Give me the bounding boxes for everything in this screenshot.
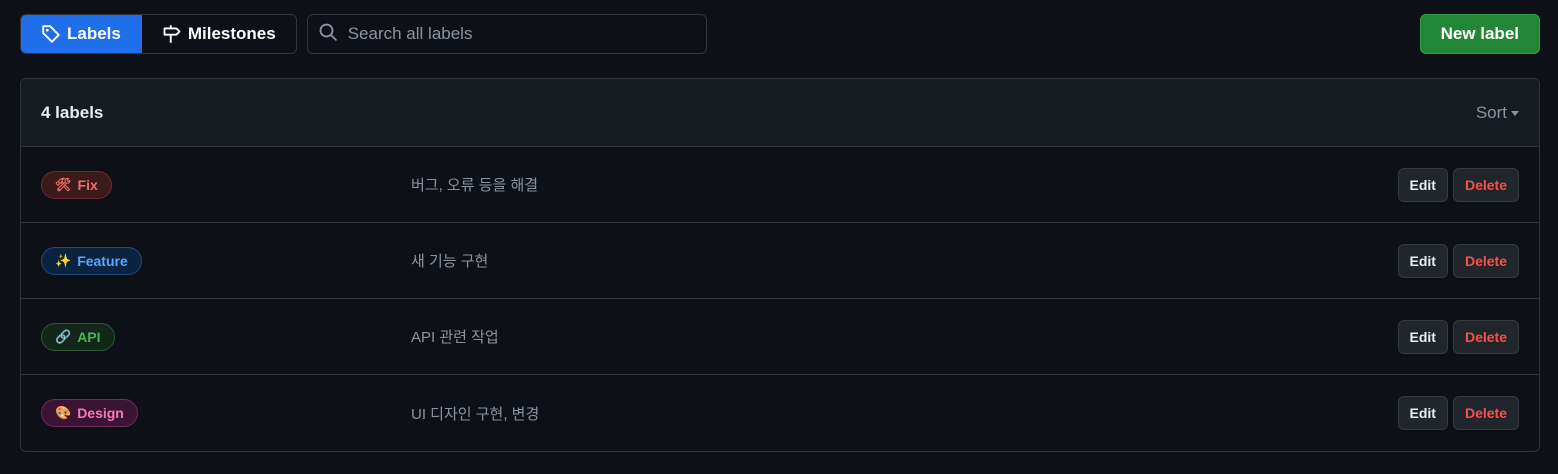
sort-label: Sort — [1475, 102, 1507, 122]
edit-button[interactable]: Edit — [1397, 167, 1448, 202]
search-box — [306, 14, 707, 54]
palette-emoji-icon: 🎨 — [55, 405, 72, 420]
labels-milestones-toggle: Labels Milestones — [20, 14, 297, 54]
delete-button[interactable]: Delete — [1452, 396, 1519, 430]
search-input[interactable] — [347, 24, 706, 44]
tag-icon — [41, 24, 61, 44]
row-actions: Edit Delete — [1397, 319, 1519, 354]
tab-milestones[interactable]: Milestones — [141, 15, 296, 53]
milestone-icon — [162, 24, 182, 44]
label-cell: 🎨 Design — [41, 399, 411, 427]
edit-button[interactable]: Edit — [1397, 319, 1448, 354]
row-actions: Edit Delete — [1397, 396, 1519, 430]
edit-button[interactable]: Edit — [1397, 243, 1448, 278]
link-emoji-icon: 🔗 — [55, 328, 72, 344]
label-pill-api[interactable]: 🔗 API — [41, 322, 115, 351]
labels-list: 4 labels Sort 🛠 Fix 버그, 오류 등을 해결 Edit De… — [20, 78, 1540, 452]
label-description: 버그, 오류 등을 해결 — [411, 177, 539, 194]
search-icon — [318, 22, 338, 47]
list-header: 4 labels Sort — [21, 79, 1539, 147]
label-row: ✨ Feature 새 기능 구현 Edit Delete — [21, 223, 1539, 299]
label-name: Design — [77, 405, 124, 421]
sparkles-emoji-icon: ✨ — [55, 252, 72, 268]
label-pill-feature[interactable]: ✨ Feature — [41, 246, 142, 275]
new-label-button[interactable]: New label — [1419, 14, 1540, 54]
label-pill-design[interactable]: 🎨 Design — [41, 399, 138, 427]
label-description: 새 기능 구현 — [411, 253, 489, 270]
label-cell: 🔗 API — [41, 322, 411, 351]
edit-button[interactable]: Edit — [1397, 396, 1448, 430]
label-name: API — [77, 328, 101, 345]
sort-dropdown[interactable]: Sort — [1476, 103, 1519, 123]
row-actions: Edit Delete — [1397, 167, 1519, 202]
tab-milestones-text: Milestones — [187, 24, 276, 43]
delete-button[interactable]: Delete — [1452, 167, 1519, 202]
label-pill-fix[interactable]: 🛠 Fix — [41, 170, 112, 199]
label-description: UI 디자인 구현, 변경 — [411, 405, 540, 423]
delete-button[interactable]: Delete — [1452, 243, 1519, 278]
caret-down-icon — [1511, 111, 1519, 116]
labels-count: 4 labels — [41, 102, 104, 122]
label-row: 🛠 Fix 버그, 오류 등을 해결 Edit Delete — [21, 147, 1539, 223]
top-toolbar: Labels Milestones New label — [20, 14, 1540, 54]
label-row: 🎨 Design UI 디자인 구현, 변경 Edit Delete — [21, 375, 1539, 451]
tab-labels-text: Labels — [67, 24, 121, 43]
tools-emoji-icon: 🛠 — [55, 176, 72, 192]
tab-labels[interactable]: Labels — [21, 15, 142, 53]
label-name: Fix — [77, 176, 98, 193]
label-cell: 🛠 Fix — [41, 170, 411, 199]
label-name: Feature — [77, 252, 128, 269]
row-actions: Edit Delete — [1397, 243, 1519, 278]
delete-button[interactable]: Delete — [1452, 319, 1519, 354]
label-row: 🔗 API API 관련 작업 Edit Delete — [21, 299, 1539, 375]
label-description: API 관련 작업 — [411, 329, 499, 346]
label-cell: ✨ Feature — [41, 246, 411, 275]
